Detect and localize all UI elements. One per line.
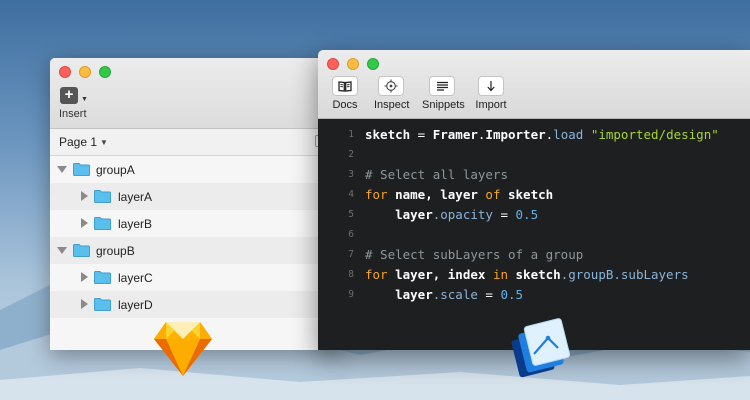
framer-titlebar: Docs Inspect Snippets Import [318, 50, 750, 119]
window-controls [327, 58, 379, 70]
layer-name: layerD [118, 298, 153, 312]
layer-name: layerC [118, 271, 153, 285]
book-icon [332, 76, 358, 96]
code-text: for layer, index in sketch.groupB.subLay… [365, 267, 689, 282]
line-number: 3 [348, 169, 354, 180]
disclosure-down-icon[interactable] [57, 247, 67, 254]
code-line: 8 for layer, index in sketch.groupB.subL… [318, 266, 750, 286]
sketch-titlebar: + ▼ Insert [50, 58, 340, 129]
line-number: 4 [348, 189, 354, 200]
layer-row[interactable]: layerD [50, 291, 340, 318]
folder-icon [94, 271, 111, 284]
page-selector[interactable]: Page 1 [59, 135, 97, 149]
disclosure-right-icon[interactable] [81, 191, 88, 201]
minimize-button[interactable] [347, 58, 359, 70]
line-number: 2 [348, 149, 354, 160]
inspect-button[interactable]: Inspect [374, 76, 410, 111]
close-button[interactable] [59, 66, 71, 78]
code-text: sketch = Framer.Importer.load "imported/… [365, 127, 719, 142]
disclosure-down-icon[interactable] [57, 166, 67, 173]
window-controls [59, 66, 111, 78]
code-line: 9 layer.scale = 0.5 [318, 286, 750, 306]
folder-icon [94, 190, 111, 203]
code-line: 4 for name, layer of sketch [318, 186, 750, 206]
page-selector-bar: Page 1 ▼ [50, 129, 340, 156]
chevron-down-icon[interactable]: ▼ [100, 138, 108, 147]
code-text: layer.opacity = 0.5 [365, 207, 539, 222]
layer-name: groupA [96, 163, 135, 177]
layer-list: groupA layerA layerB groupB layerC layer… [50, 156, 340, 318]
code-line: 2 [318, 146, 750, 166]
code-comment: # Select all layers [365, 167, 508, 182]
folder-icon [94, 217, 111, 230]
layer-row[interactable]: layerA [50, 183, 340, 210]
folder-icon [73, 244, 90, 257]
sketch-diamond-icon [154, 322, 212, 376]
disclosure-right-icon[interactable] [81, 272, 88, 282]
line-number: 8 [348, 269, 354, 280]
import-label: Import [475, 99, 507, 111]
folder-icon [73, 163, 90, 176]
line-number: 7 [348, 249, 354, 260]
framer-app-icon [511, 318, 571, 378]
insert-label: Insert [59, 108, 87, 120]
docs-button[interactable]: Docs [330, 76, 360, 111]
layer-name: layerA [118, 190, 153, 204]
snippets-button[interactable]: Snippets [422, 76, 465, 111]
code-text: for name, layer of sketch [365, 187, 554, 202]
layer-row[interactable]: layerB [50, 210, 340, 237]
zoom-button[interactable] [367, 58, 379, 70]
snippets-label: Snippets [422, 99, 465, 111]
minimize-button[interactable] [79, 66, 91, 78]
zoom-button[interactable] [99, 66, 111, 78]
layer-name: groupB [96, 244, 135, 258]
layer-group-row[interactable]: groupB [50, 237, 340, 264]
arrow-down-icon [478, 76, 504, 96]
crosshair-icon [378, 76, 404, 96]
framer-window: Docs Inspect Snippets Import 1 sketch = … [318, 50, 750, 350]
layer-row[interactable]: layerC [50, 264, 340, 291]
layer-name: layerB [118, 217, 153, 231]
code-line: 6 [318, 226, 750, 246]
lines-icon [429, 76, 455, 96]
line-number: 1 [348, 129, 354, 140]
close-button[interactable] [327, 58, 339, 70]
docs-label: Docs [332, 99, 358, 111]
disclosure-right-icon[interactable] [81, 218, 88, 228]
code-comment: # Select subLayers of a group [365, 247, 584, 262]
import-button[interactable]: Import [474, 76, 508, 111]
chevron-down-icon[interactable]: ▼ [81, 96, 88, 103]
inspect-label: Inspect [374, 99, 410, 111]
code-line: 7 # Select subLayers of a group [318, 246, 750, 266]
line-number: 6 [348, 229, 354, 240]
insert-button[interactable]: + [60, 87, 78, 104]
code-text: layer.scale = 0.5 [365, 287, 524, 302]
layer-group-row[interactable]: groupA [50, 156, 340, 183]
folder-icon [94, 298, 111, 311]
code-line: 3 # Select all layers [318, 166, 750, 186]
sketch-window: + ▼ Insert Page 1 ▼ groupA layerA layerB… [50, 58, 340, 350]
code-line: 1 sketch = Framer.Importer.load "importe… [318, 126, 750, 146]
line-number: 9 [348, 289, 354, 300]
line-number: 5 [348, 209, 354, 220]
code-line: 5 layer.opacity = 0.5 [318, 206, 750, 226]
disclosure-right-icon[interactable] [81, 299, 88, 309]
